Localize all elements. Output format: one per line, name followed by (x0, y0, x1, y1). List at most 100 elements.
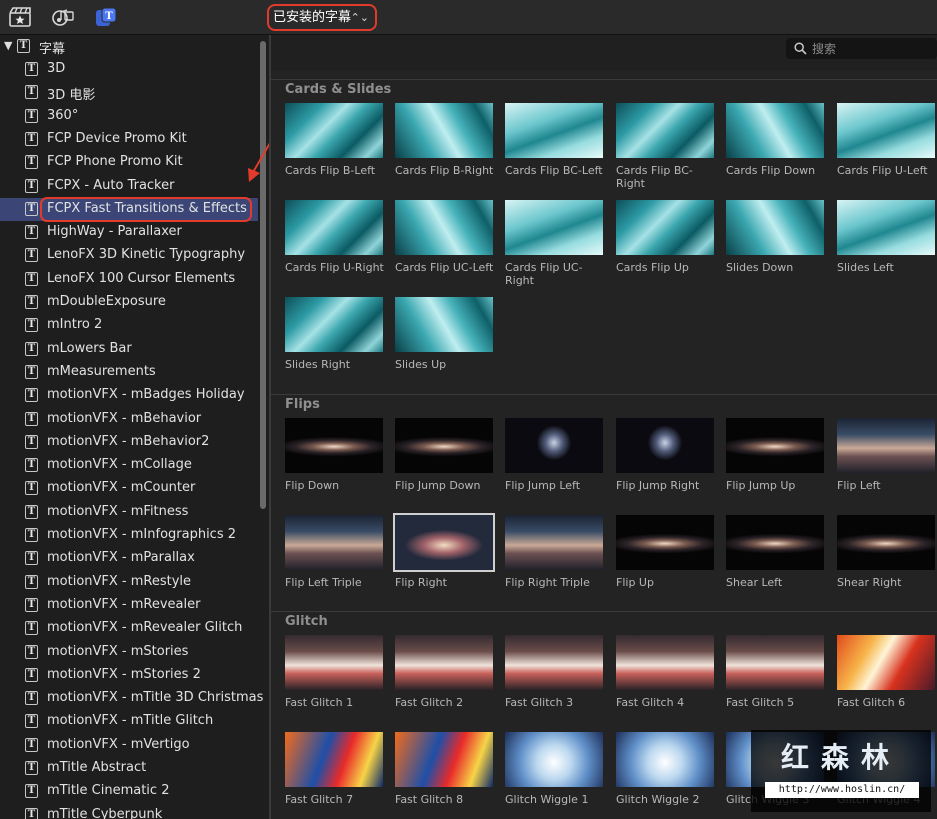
disclosure-triangle-icon[interactable]: ▼ (4, 39, 12, 52)
sidebar-item-mmeasurements[interactable]: TmMeasurements (0, 361, 258, 384)
effect-tile-flip-right-triple[interactable]: Flip Right Triple (505, 515, 605, 605)
effect-thumbnail (726, 515, 824, 570)
sidebar-item-motionvfx-mvertigo[interactable]: TmotionVFX - mVertigo (0, 734, 258, 757)
effect-tile-flip-jump-up[interactable]: Flip Jump Up (726, 418, 826, 508)
sidebar-item-motionvfx-mcounter[interactable]: TmotionVFX - mCounter (0, 477, 258, 500)
sidebar-item-highway-parallaxer[interactable]: T HighWay - Parallaxer (0, 221, 258, 244)
effect-caption: Fast Glitch 5 (726, 696, 795, 709)
sidebar-item-fcpx-auto-tracker[interactable]: T FCPX - Auto Tracker (0, 175, 258, 198)
effect-tile-flip-up[interactable]: Flip Up (616, 515, 716, 605)
effect-tile-cards-flip-uc-left[interactable]: Cards Flip UC-Left (395, 200, 495, 290)
effect-thumbnail (395, 200, 493, 255)
sidebar-item-360[interactable]: T 360° (0, 105, 258, 128)
effect-tile-slides-left[interactable]: Slides Left (837, 200, 937, 290)
titles-generators-icon[interactable]: T (95, 7, 117, 27)
effect-tile-cards-flip-u-right[interactable]: Cards Flip U-Right (285, 200, 385, 290)
sidebar-item-mintro-2[interactable]: TmIntro 2 (0, 314, 258, 337)
sidebar-item-motionvfx-minfographics-2[interactable]: TmotionVFX - mInfographics 2 (0, 524, 258, 547)
sidebar-item-fcp-device-promo-kit[interactable]: T FCP Device Promo Kit (0, 128, 258, 151)
effect-tile-slides-down[interactable]: Slides Down (726, 200, 826, 290)
effect-caption: Cards Flip Down (726, 164, 816, 177)
effect-tile-cards-flip-bc-right[interactable]: Cards Flip BC-Right (616, 103, 716, 193)
effect-tile-cards-flip-bc-left[interactable]: Cards Flip BC-Left (505, 103, 605, 193)
sidebar-item-mdoubleexposure[interactable]: TmDoubleExposure (0, 291, 258, 314)
sidebar-item-label: LenoFX 3D Kinetic Typography (47, 247, 246, 263)
effect-tile-cards-flip-u-left[interactable]: Cards Flip U-Left (837, 103, 937, 193)
effect-tile-flip-left[interactable]: Flip Left (837, 418, 937, 508)
effect-tile-flip-jump-down[interactable]: Flip Jump Down (395, 418, 495, 508)
effect-tile-cards-flip-b-left[interactable]: Cards Flip B-Left (285, 103, 385, 193)
sidebar-item-3d[interactable]: T 3D (0, 58, 258, 81)
sidebar-item-motionvfx-mbehavior2[interactable]: TmotionVFX - mBehavior2 (0, 431, 258, 454)
clapper-star-icon[interactable] (9, 7, 31, 27)
section-header-flips: Flips (271, 394, 937, 414)
title-t-icon: T (25, 481, 38, 496)
sidebar-item-label: FCP Phone Promo Kit (47, 154, 183, 170)
sidebar-item-lenofx-3d-kinetic-typography[interactable]: T LenoFX 3D Kinetic Typography (0, 244, 258, 267)
browser-category-select[interactable]: 已安装的字幕 ⌃⌄ (267, 4, 377, 31)
sidebar-item-motionvfx-mcollage[interactable]: TmotionVFX - mCollage (0, 454, 258, 477)
effect-tile-fast-glitch-7[interactable]: Fast Glitch 7 (285, 732, 385, 819)
effect-tile-fast-glitch-8[interactable]: Fast Glitch 8 (395, 732, 495, 819)
effect-tile-fast-glitch-5[interactable]: Fast Glitch 5 (726, 635, 826, 725)
sidebar-item-mtitle-cinematic-2[interactable]: TmTitle Cinematic 2 (0, 780, 258, 803)
title-t-icon: T (25, 737, 38, 752)
sidebar-root-titles[interactable]: ▼ T 字幕 (0, 35, 258, 58)
effect-tile-flip-jump-left[interactable]: Flip Jump Left (505, 418, 605, 508)
title-t-icon: T (25, 621, 38, 636)
sidebar-item-motionvfx-mstories-2[interactable]: TmotionVFX - mStories 2 (0, 664, 258, 687)
sidebar-item-motionvfx-mbehavior[interactable]: TmotionVFX - mBehavior (0, 408, 258, 431)
sidebar-item-label: FCPX - Auto Tracker (47, 177, 175, 193)
sidebar-item-mlowers-bar[interactable]: TmLowers Bar (0, 338, 258, 361)
effect-thumbnail (837, 103, 935, 158)
effect-tile-shear-right[interactable]: Shear Right (837, 515, 937, 605)
sidebar-item-fcp-phone-promo-kit[interactable]: T FCP Phone Promo Kit (0, 151, 258, 174)
effect-tile-fast-glitch-6[interactable]: Fast Glitch 6 (837, 635, 937, 725)
effect-thumbnail (616, 635, 714, 690)
effect-tile-cards-flip-up[interactable]: Cards Flip Up (616, 200, 716, 290)
music-photo-icon[interactable] (52, 7, 74, 27)
effect-tile-cards-flip-b-right[interactable]: Cards Flip B-Right (395, 103, 495, 193)
sidebar-item-3d[interactable]: T 3D 电影 (0, 81, 258, 104)
sidebar-item-motionvfx-mstories[interactable]: TmotionVFX - mStories (0, 641, 258, 664)
sidebar-item-motionvfx-mbadges-holiday[interactable]: TmotionVFX - mBadges Holiday (0, 384, 258, 407)
sidebar-item-motionvfx-mrevealer-glitch[interactable]: TmotionVFX - mRevealer Glitch (0, 617, 258, 640)
effect-tile-flip-right[interactable]: Flip Right (393, 513, 495, 605)
sidebar-item-mtitle-abstract[interactable]: TmTitle Abstract (0, 757, 258, 780)
effect-tile-fast-glitch-4[interactable]: Fast Glitch 4 (616, 635, 716, 725)
sidebar-item-label: motionVFX - mStories (47, 643, 189, 659)
sidebar-item-motionvfx-mtitle-glitch[interactable]: TmotionVFX - mTitle Glitch (0, 710, 258, 733)
effect-tile-cards-flip-uc-right[interactable]: Cards Flip UC-Right (505, 200, 605, 290)
search-field[interactable] (786, 38, 937, 59)
effect-tile-flip-left-triple[interactable]: Flip Left Triple (285, 515, 385, 605)
sidebar-item-lenofx-100-cursor-elements[interactable]: T LenoFX 100 Cursor Elements (0, 268, 258, 291)
title-t-icon: T (25, 458, 38, 473)
effect-caption: Cards Flip U-Right (285, 261, 384, 274)
title-t-icon: T (25, 504, 38, 519)
effect-caption: Fast Glitch 1 (285, 696, 354, 709)
effect-tile-glitch-wiggle-1[interactable]: Glitch Wiggle 1 (505, 732, 605, 819)
sidebar-item-motionvfx-mparallax[interactable]: TmotionVFX - mParallax (0, 547, 258, 570)
effect-tile-cards-flip-down[interactable]: Cards Flip Down (726, 103, 826, 193)
search-input[interactable] (812, 39, 932, 58)
effect-tile-flip-down[interactable]: Flip Down (285, 418, 385, 508)
sidebar-item-mtitle-cyberpunk[interactable]: TmTitle Cyberpunk (0, 804, 258, 819)
effect-caption: Fast Glitch 8 (395, 793, 464, 806)
effect-tile-fast-glitch-2[interactable]: Fast Glitch 2 (395, 635, 495, 725)
effect-tile-slides-up[interactable]: Slides Up (395, 297, 495, 387)
effect-tile-flip-jump-right[interactable]: Flip Jump Right (616, 418, 716, 508)
watermark-chinese: 红森林 (780, 741, 901, 774)
sidebar-item-fcpx-fast-transitions-effects[interactable]: T FCPX Fast Transitions & Effects (0, 196, 258, 222)
sidebar-item-motionvfx-mfitness[interactable]: TmotionVFX - mFitness (0, 501, 258, 524)
sidebar-item-label: mTitle Abstract (47, 760, 147, 775)
sidebar-item-motionvfx-mrestyle[interactable]: TmotionVFX - mRestyle (0, 571, 258, 594)
sidebar-item-label: motionVFX - mRevealer (47, 596, 201, 612)
effect-tile-slides-right[interactable]: Slides Right (285, 297, 385, 387)
sidebar-item-motionvfx-mtitle-3d-christmas[interactable]: TmotionVFX - mTitle 3D Christmas (0, 687, 263, 710)
effect-tile-fast-glitch-3[interactable]: Fast Glitch 3 (505, 635, 605, 725)
effect-tile-fast-glitch-1[interactable]: Fast Glitch 1 (285, 635, 385, 725)
effect-tile-shear-left[interactable]: Shear Left (726, 515, 826, 605)
sidebar-item-motionvfx-mrevealer[interactable]: TmotionVFX - mRevealer (0, 594, 258, 617)
watermark: 红森林 http://www.hoslin.cn/ (751, 730, 931, 812)
effect-tile-glitch-wiggle-2[interactable]: Glitch Wiggle 2 (616, 732, 716, 819)
